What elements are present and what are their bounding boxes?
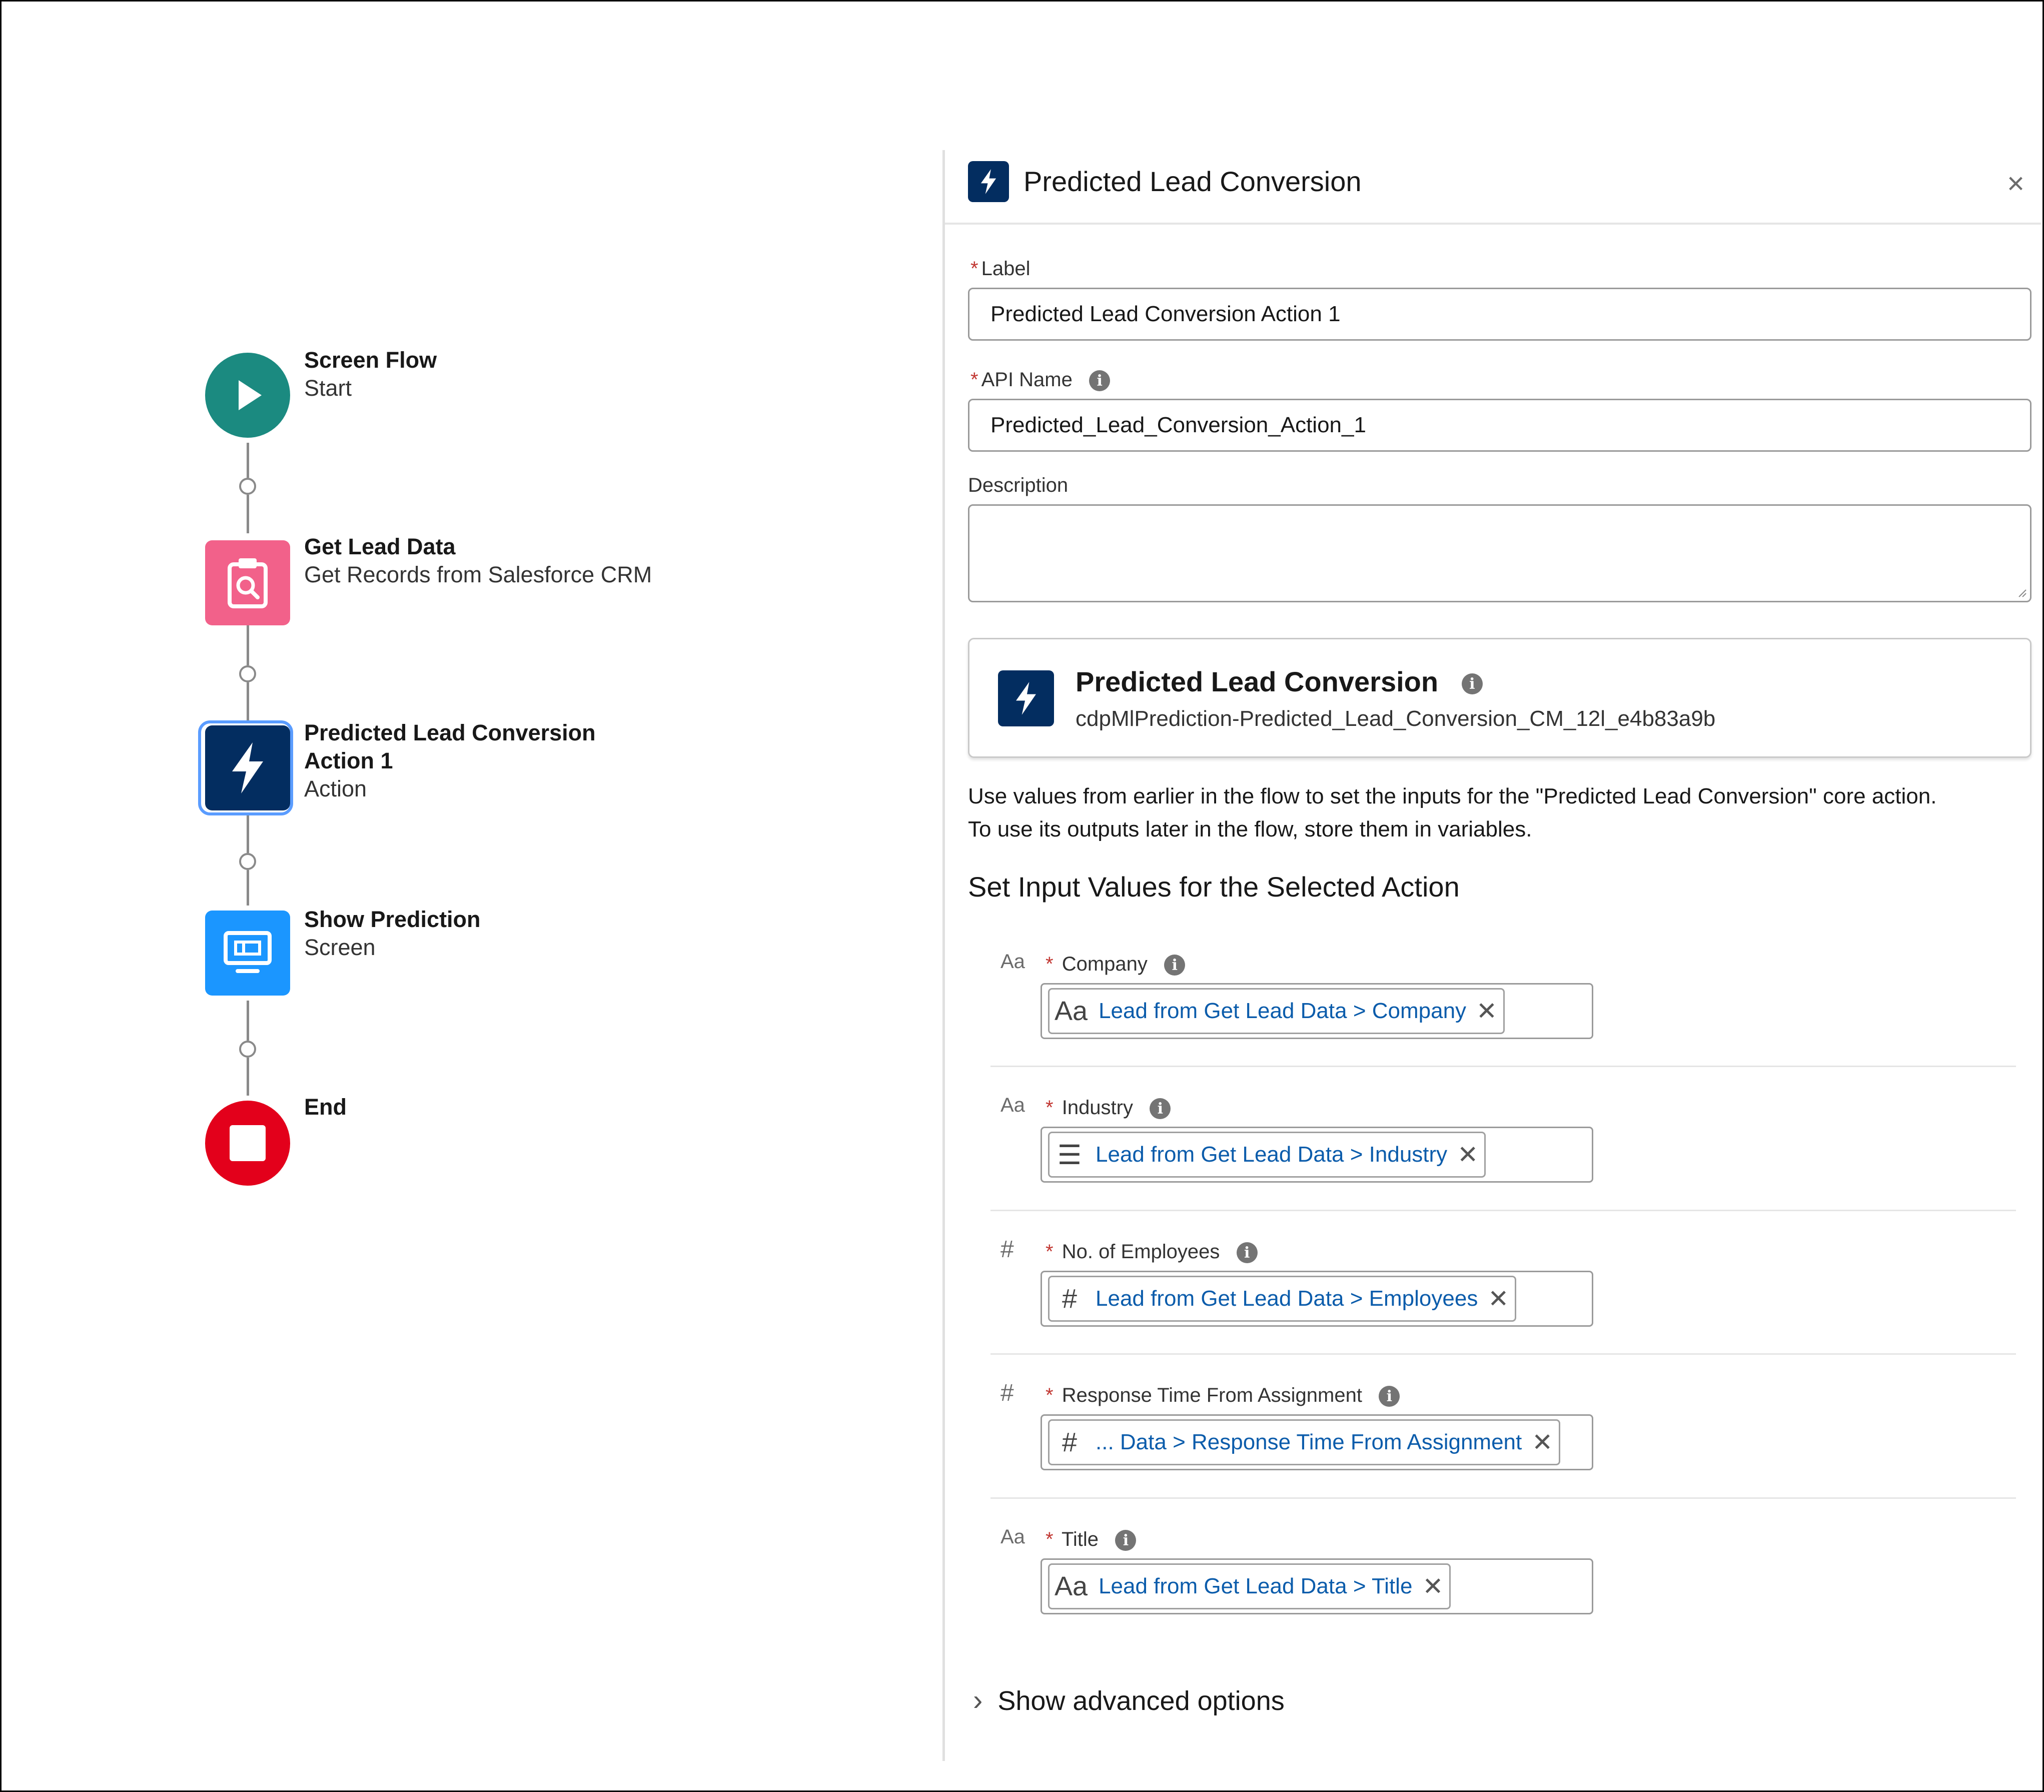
stop-icon [230, 1125, 266, 1161]
action-icon [968, 161, 1009, 202]
remove-icon[interactable]: ✕ [1532, 1428, 1553, 1457]
play-icon [239, 380, 262, 410]
section-title: Set Input Values for the Selected Action [968, 871, 1460, 903]
info-icon[interactable]: i [1236, 1242, 1258, 1264]
input-label-industry: * Industry i [1046, 1097, 1171, 1120]
row-divider [990, 1066, 2016, 1067]
node-title: Predicted Lead Conversion [304, 720, 596, 745]
action-icon [998, 670, 1054, 726]
connector-line [247, 870, 249, 906]
node-subtitle: Get Records from Salesforce CRM [304, 562, 652, 587]
node-title: Get Lead Data [304, 534, 456, 559]
remove-icon[interactable]: ✕ [1457, 1140, 1478, 1169]
input-label-title: * Title i [1046, 1528, 1137, 1551]
info-icon[interactable]: i [1150, 1098, 1171, 1120]
node-title: Action 1 [304, 748, 393, 773]
info-icon[interactable]: i [1461, 673, 1483, 695]
picklist-icon: ☰ [1057, 1140, 1082, 1170]
node-title: Screen Flow [304, 347, 437, 373]
text-type-icon: Aa [1055, 996, 1088, 1026]
resize-handle-icon[interactable] [2017, 588, 2027, 598]
add-element-dot[interactable] [239, 1041, 256, 1058]
node-subtitle: Action [304, 776, 367, 801]
resource-pill-title[interactable]: Aa Lead from Get Lead Data > Title ✕ [1048, 1563, 1451, 1609]
connector-line [247, 1001, 249, 1041]
action-card-api-name: cdpMlPrediction-Predicted_Lead_Conversio… [1076, 706, 1716, 731]
screen-icon [224, 931, 272, 973]
panel-title: Predicted Lead Conversion [1024, 166, 1362, 197]
info-icon[interactable]: i [1379, 1386, 1400, 1407]
node-subtitle: Start [304, 375, 352, 401]
resource-pill-text: Lead from Get Lead Data > Company [1099, 999, 1467, 1023]
add-element-dot[interactable] [239, 665, 256, 682]
connector-line [247, 815, 249, 853]
add-element-dot[interactable] [239, 478, 256, 495]
input-label-company: * Company i [1046, 953, 1186, 976]
number-type-icon: # [1062, 1284, 1078, 1314]
resource-pill-industry[interactable]: ☰ Lead from Get Lead Data > Industry ✕ [1048, 1132, 1486, 1178]
action-card-title: Predicted Lead Conversion i [1076, 665, 1483, 698]
number-type-icon: # [1000, 1236, 1014, 1263]
resource-pill-employees[interactable]: # Lead from Get Lead Data > Employees ✕ [1048, 1276, 1517, 1322]
row-divider [990, 1353, 2016, 1355]
clipboard-search-icon [228, 558, 268, 608]
remove-icon[interactable]: ✕ [1488, 1284, 1509, 1313]
row-divider [990, 1210, 2016, 1211]
resource-pill-text: ... Data > Response Time From Assignment [1096, 1430, 1522, 1454]
description-field-label: Description [968, 474, 1069, 496]
label-field-label: * Label [970, 258, 1031, 280]
connector-line [247, 682, 249, 720]
connector-line [247, 495, 249, 533]
action-card [968, 638, 2031, 758]
connector-line [247, 443, 249, 478]
node-title: End [304, 1094, 347, 1120]
flow-node-predicted-lead-conversion[interactable] [205, 725, 290, 810]
help-text-line: Use values from earlier in the flow to s… [968, 784, 1937, 808]
resource-pill-text: Lead from Get Lead Data > Employees [1096, 1286, 1478, 1311]
remove-icon[interactable]: ✕ [1422, 1572, 1443, 1601]
number-type-icon: # [1062, 1427, 1078, 1457]
flow-node-show-prediction[interactable] [205, 911, 290, 996]
close-icon[interactable]: × [2007, 168, 2024, 200]
info-icon[interactable]: i [1164, 955, 1186, 976]
input-label-no-of-employees: * No. of Employees i [1046, 1241, 1258, 1264]
info-icon[interactable]: i [1115, 1530, 1137, 1551]
number-type-icon: # [1000, 1380, 1014, 1406]
api-name-input[interactable]: Predicted_Lead_Conversion_Action_1 [968, 399, 2031, 452]
lightning-bolt-icon [232, 742, 263, 793]
node-title: Show Prediction [304, 907, 481, 932]
api-name-field-label: * API Name i [970, 369, 1111, 392]
show-advanced-options-toggle[interactable]: › Show advanced options [973, 1683, 1285, 1717]
chevron-right-icon: › [973, 1684, 983, 1716]
resource-pill-response-time[interactable]: # ... Data > Response Time From Assignme… [1048, 1419, 1561, 1465]
remove-icon[interactable]: ✕ [1476, 997, 1497, 1026]
panel-divider [942, 150, 945, 1761]
resource-pill-text: Lead from Get Lead Data > Title [1099, 1574, 1413, 1598]
resource-pill-company[interactable]: Aa Lead from Get Lead Data > Company ✕ [1048, 988, 1505, 1034]
connector-line [247, 625, 249, 665]
text-type-icon: Aa [1000, 1526, 1025, 1548]
connector-line [247, 1058, 249, 1096]
description-textarea[interactable] [968, 504, 2031, 602]
text-type-icon: Aa [1000, 1094, 1025, 1116]
row-divider [990, 1497, 2016, 1499]
advanced-options-label: Show advanced options [997, 1686, 1285, 1716]
text-type-icon: Aa [1055, 1571, 1088, 1601]
header-divider [945, 223, 2041, 225]
flow-node-get-lead-data[interactable] [205, 540, 290, 625]
node-subtitle: Screen [304, 935, 376, 960]
label-input[interactable]: Predicted Lead Conversion Action 1 [968, 288, 2031, 341]
help-text-line: To use its outputs later in the flow, st… [968, 817, 1532, 841]
info-icon[interactable]: i [1089, 370, 1111, 392]
resource-pill-text: Lead from Get Lead Data > Industry [1096, 1142, 1448, 1167]
flow-node-start[interactable] [205, 353, 290, 438]
add-element-dot[interactable] [239, 853, 256, 870]
input-label-response-time: * Response Time From Assignment i [1046, 1384, 1400, 1407]
text-type-icon: Aa [1000, 951, 1025, 973]
flow-node-end[interactable] [205, 1101, 290, 1186]
